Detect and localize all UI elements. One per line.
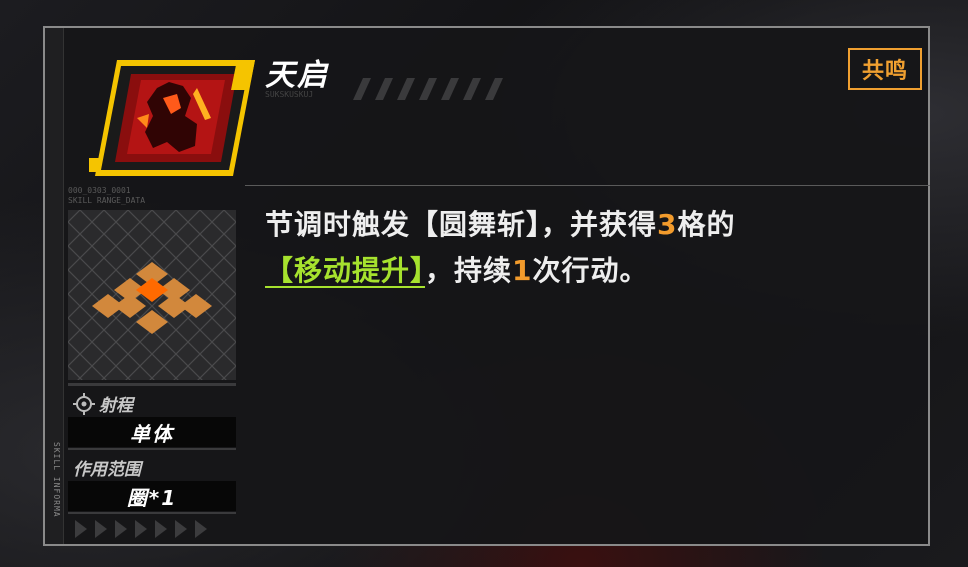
skill-description: 节调时触发【圆舞斩】，并获得3格的【移动提升】，持续1次行动。 — [265, 202, 925, 294]
header-divider — [245, 185, 930, 186]
arrow-decoration — [75, 520, 207, 538]
range-label-row: 射程 — [73, 391, 133, 416]
range-value-divider — [68, 448, 236, 450]
skill-title: 天启 — [265, 58, 329, 93]
side-label: SKILL INFORMA — [52, 442, 61, 518]
desc-number-turns: 1 — [512, 254, 533, 287]
desc-text-2: 格的 — [677, 208, 736, 241]
desc-text-1: 节调时触发【圆舞斩】，并获得 — [265, 208, 658, 241]
range-meta-code: 000_0303_0001 — [68, 186, 131, 195]
desc-text-3: ，持续 — [425, 254, 513, 287]
range-value: 单体 — [68, 417, 236, 447]
side-strip: SKILL INFORMA — [45, 28, 64, 544]
range-meta: 000_0303_0001 SKILL RANGE_DATA — [68, 186, 145, 206]
skill-code: SUKSKUSKUJ — [265, 90, 314, 99]
crosshair-icon — [73, 392, 95, 415]
area-value-divider — [68, 512, 236, 514]
area-value: 圈*1 — [68, 481, 236, 511]
skill-info-panel: SKILL INFORMA 000_0303_0001 SKILL RANGE_… — [43, 26, 930, 546]
range-column: 000_0303_0001 SKILL RANGE_DATA 射程 单体 作用范… — [63, 28, 255, 544]
area-label-row: 作用范围 — [73, 455, 141, 480]
grid-divider — [68, 383, 236, 386]
stripe-decoration — [353, 78, 503, 100]
range-label: 射程 — [99, 396, 133, 416]
area-label: 作用范围 — [73, 460, 141, 480]
range-grid — [68, 210, 236, 380]
desc-number-grids: 3 — [657, 208, 678, 241]
skill-portrait-icon[interactable] — [87, 58, 257, 178]
resonance-badge[interactable]: 共鸣 — [848, 48, 922, 90]
range-meta-title: SKILL RANGE_DATA — [68, 196, 146, 205]
desc-text-4: 次行动。 — [532, 254, 649, 287]
desc-keyword-move-boost[interactable]: 【移动提升】 — [265, 254, 425, 287]
